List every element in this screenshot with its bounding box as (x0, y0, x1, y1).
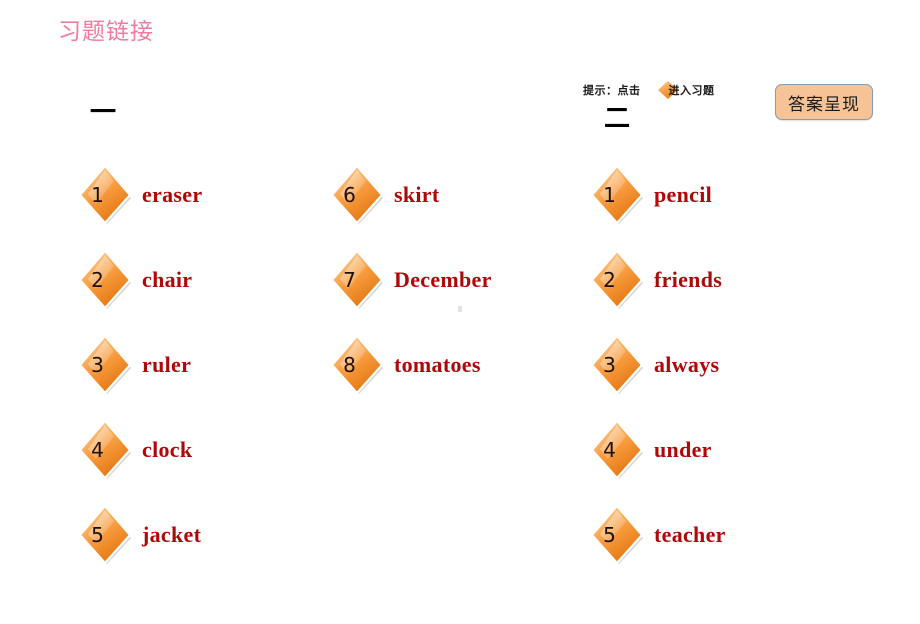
item-word-link[interactable]: under (654, 437, 712, 463)
list-item[interactable]: 8 tomatoes (330, 322, 492, 407)
item-word-link[interactable]: clock (142, 437, 192, 463)
hint-prefix-label: 提示：点击 (583, 85, 641, 97)
diamond-icon[interactable]: 8 (330, 334, 386, 396)
item-word-link[interactable]: December (394, 267, 492, 293)
item-column-three: 1 pencil 2 friends 3 always 4 under 5 teacher (590, 152, 726, 577)
stray-artifact-dot (458, 306, 462, 312)
list-item[interactable]: 6 skirt (330, 152, 492, 237)
diamond-icon[interactable]: 7 (330, 249, 386, 311)
item-word-link[interactable]: pencil (654, 182, 712, 208)
diamond-icon[interactable]: 5 (590, 504, 646, 566)
item-word-link[interactable]: always (654, 352, 719, 378)
item-word-link[interactable]: friends (654, 267, 722, 293)
list-item[interactable]: 4 clock (78, 407, 202, 492)
diamond-icon[interactable]: 1 (590, 164, 646, 226)
diamond-icon[interactable]: 5 (78, 504, 134, 566)
list-item[interactable]: 2 chair (78, 237, 202, 322)
item-word-link[interactable]: chair (142, 267, 192, 293)
item-word-link[interactable]: ruler (142, 352, 191, 378)
list-item[interactable]: 2 friends (590, 237, 726, 322)
diamond-icon[interactable]: 2 (590, 249, 646, 311)
item-column-two: 6 skirt 7 December 8 tomatoes (330, 152, 492, 407)
item-word-link[interactable]: skirt (394, 182, 440, 208)
section-heading-one: 一 (90, 98, 117, 128)
slide-canvas: 习题链接 提示：点击 进入习题 答案呈现 一 二 1 eraser 2 chai… (0, 0, 920, 624)
diamond-icon[interactable]: 2 (78, 249, 134, 311)
list-item[interactable]: 1 eraser (78, 152, 202, 237)
diamond-icon[interactable]: 4 (78, 419, 134, 481)
list-item[interactable]: 3 ruler (78, 322, 202, 407)
page-title: 习题链接 (58, 18, 154, 44)
list-item[interactable]: 3 always (590, 322, 726, 407)
list-item[interactable]: 4 under (590, 407, 726, 492)
list-item[interactable]: 5 jacket (78, 492, 202, 577)
hint-suffix-label: 进入习题 (668, 85, 715, 97)
hint-line: 提示：点击 进入习题 (583, 79, 715, 101)
item-word-link[interactable]: tomatoes (394, 352, 481, 378)
list-item[interactable]: 1 pencil (590, 152, 726, 237)
list-item[interactable]: 5 teacher (590, 492, 726, 577)
section-heading-two: 二 (604, 104, 631, 134)
diamond-icon[interactable]: 3 (590, 334, 646, 396)
diamond-icon[interactable]: 3 (78, 334, 134, 396)
list-item[interactable]: 7 December (330, 237, 492, 322)
item-column-one: 1 eraser 2 chair 3 ruler 4 clock 5 jacket (78, 152, 202, 577)
diamond-icon[interactable]: 1 (78, 164, 134, 226)
diamond-icon[interactable]: 4 (590, 419, 646, 481)
item-word-link[interactable]: eraser (142, 182, 202, 208)
answer-reveal-button[interactable]: 答案呈现 (775, 84, 873, 120)
diamond-icon[interactable]: 6 (330, 164, 386, 226)
item-word-link[interactable]: teacher (654, 522, 726, 548)
item-word-link[interactable]: jacket (142, 522, 201, 548)
